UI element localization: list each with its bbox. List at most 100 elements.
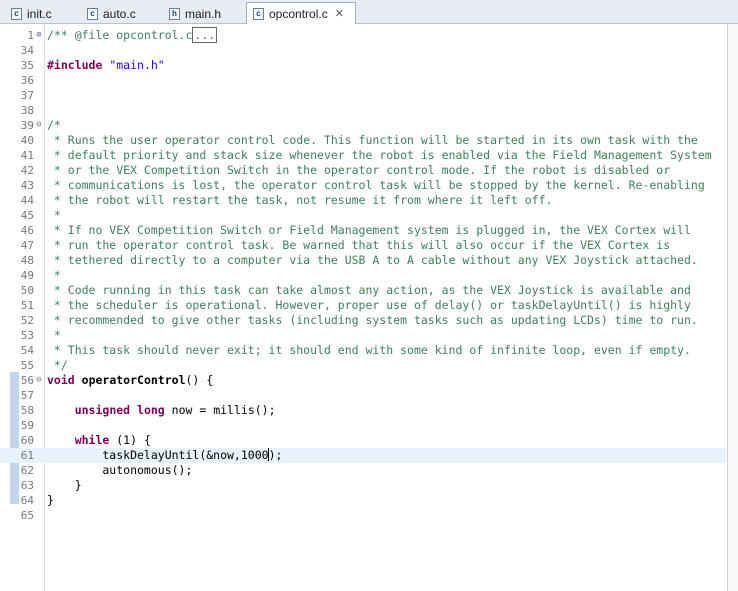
code-line[interactable]: 44 * the robot will restart the task, no… [0, 193, 726, 208]
line-number: 45 [20, 209, 34, 222]
code-token: operatorControl [81, 373, 186, 387]
code-line[interactable]: 63 } [0, 478, 726, 493]
code-line[interactable]: 45 * [0, 208, 726, 223]
code-token: void [47, 373, 75, 387]
line-number: 49 [20, 269, 34, 282]
code-line[interactable]: 56 ⊖ void operatorControl() { [0, 373, 726, 388]
h-file-icon: h [169, 7, 180, 20]
code-token: * Runs the user operator control code. T… [47, 133, 698, 147]
code-line[interactable]: 54 * This task should never exit; it sho… [0, 343, 726, 358]
c-file-icon: c [11, 7, 22, 20]
code-line[interactable]: 62 autonomous(); [0, 463, 726, 478]
line-number: 51 [20, 299, 34, 312]
code-token: (1) { [109, 433, 151, 447]
line-number: 56 [20, 374, 34, 387]
code-token: * [47, 268, 61, 282]
code-token: while [74, 433, 110, 447]
code-line[interactable]: 57 [0, 388, 726, 403]
code-token: taskDelayUntil(&now,1000 [47, 448, 269, 462]
line-number: 61 [20, 449, 34, 462]
code-text: autonomous(); [47, 463, 192, 478]
tab-opcontrol-c[interactable]: c opcontrol.c ✕ [246, 2, 356, 25]
code-text: * [47, 328, 61, 343]
tab-main-h[interactable]: h main.h [162, 2, 240, 24]
code-line[interactable]: 41 * default priority and stack size whe… [0, 148, 726, 163]
code-token: * This task should never exit; it should… [47, 343, 691, 357]
c-file-icon: c [253, 7, 264, 20]
editor-tab-bar: c init.c c auto.c h main.h c opcontrol.c… [0, 0, 738, 25]
code-text: * [47, 268, 61, 283]
code-line[interactable]: 37 [0, 88, 726, 103]
code-line[interactable]: 1 ⊕/** @file opcontrol.c... [0, 27, 726, 43]
code-line[interactable]: 46 * If no VEX Competition Switch or Fie… [0, 223, 726, 238]
code-text: * default priority and stack size whenev… [47, 148, 712, 163]
code-text: * If no VEX Competition Switch or Field … [47, 223, 691, 238]
vertical-scrollbar[interactable] [727, 24, 738, 591]
code-text: /* [47, 118, 61, 133]
line-number: 46 [20, 224, 34, 237]
line-number: 36 [20, 74, 34, 87]
tab-label: opcontrol.c [269, 6, 328, 21]
code-token: * default priority and stack size whenev… [47, 148, 712, 162]
line-number: 53 [20, 329, 34, 342]
code-line[interactable]: 61 taskDelayUntil(&now,1000); [0, 448, 726, 463]
tab-auto-c[interactable]: c auto.c [80, 2, 156, 24]
code-line[interactable]: 55 */ [0, 358, 726, 373]
code-text: while (1) { [47, 433, 151, 448]
line-number: 39 [20, 119, 34, 132]
code-token: ... [192, 27, 218, 43]
code-token: ); [268, 448, 283, 462]
code-token: () { [185, 373, 214, 387]
code-line[interactable]: 60 while (1) { [0, 433, 726, 448]
code-line[interactable]: 47 * run the operator control task. Be w… [0, 238, 726, 253]
code-line[interactable]: 43 * communications is lost, the operato… [0, 178, 726, 193]
code-line[interactable]: 36 [0, 73, 726, 88]
fold-collapse-icon[interactable]: ⊖ [34, 118, 44, 133]
line-number: 63 [20, 479, 34, 492]
code-line[interactable]: 39 ⊖/* [0, 118, 726, 133]
code-token: * [47, 208, 61, 222]
line-number: 44 [20, 194, 34, 207]
line-number: 41 [20, 149, 34, 162]
code-token: * [47, 328, 61, 342]
code-text: * the scheduler is operational. However,… [47, 298, 691, 313]
code-line[interactable]: 50 * Code running in this task can take … [0, 283, 726, 298]
code-token: #include [47, 58, 103, 72]
code-text: taskDelayUntil(&now,1000); [47, 448, 282, 463]
line-number: 42 [20, 164, 34, 177]
line-number: 50 [20, 284, 34, 297]
code-token: * the scheduler is operational. However,… [47, 298, 691, 312]
fold-collapse-icon[interactable]: ⊖ [34, 373, 44, 388]
line-number: 62 [20, 464, 34, 477]
code-line[interactable]: 51 * the scheduler is operational. Howev… [0, 298, 726, 313]
code-line[interactable]: 58 unsigned long now = millis(); [0, 403, 726, 418]
code-line[interactable]: 52 * recommended to give other tasks (in… [0, 313, 726, 328]
code-text: } [47, 478, 82, 493]
code-line[interactable]: 34 [0, 43, 726, 58]
code-line[interactable]: 64} [0, 493, 726, 508]
code-text: * the robot will restart the task, not r… [47, 193, 553, 208]
close-tab-icon[interactable]: ✕ [335, 7, 344, 20]
code-text: * or the VEX Competition Switch in the o… [47, 163, 670, 178]
fold-expand-icon[interactable]: ⊕ [34, 28, 44, 43]
line-number: 57 [20, 389, 34, 402]
code-line[interactable]: 59 [0, 418, 726, 433]
code-text: /** @file opcontrol.c... [47, 27, 218, 43]
code-token: * Code running in this task can take alm… [47, 283, 691, 297]
code-line[interactable]: 40 * Runs the user operator control code… [0, 133, 726, 148]
code-line[interactable]: 42 * or the VEX Competition Switch in th… [0, 163, 726, 178]
code-token: } [47, 493, 54, 507]
c-file-icon: c [87, 7, 98, 20]
code-line[interactable]: 53 * [0, 328, 726, 343]
code-line[interactable]: 65 [0, 508, 726, 523]
code-text: unsigned long now = millis(); [47, 403, 276, 418]
code-text: * Code running in this task can take alm… [47, 283, 691, 298]
code-line[interactable]: 38 [0, 103, 726, 118]
code-editor[interactable]: 1 ⊕/** @file opcontrol.c... 34 35 #include "… [0, 24, 738, 591]
code-line[interactable]: 35 #include "main.h" [0, 58, 726, 73]
tab-init-c[interactable]: c init.c [4, 2, 72, 24]
code-line[interactable]: 48 * tethered directly to a computer via… [0, 253, 726, 268]
code-line[interactable]: 49 * [0, 268, 726, 283]
